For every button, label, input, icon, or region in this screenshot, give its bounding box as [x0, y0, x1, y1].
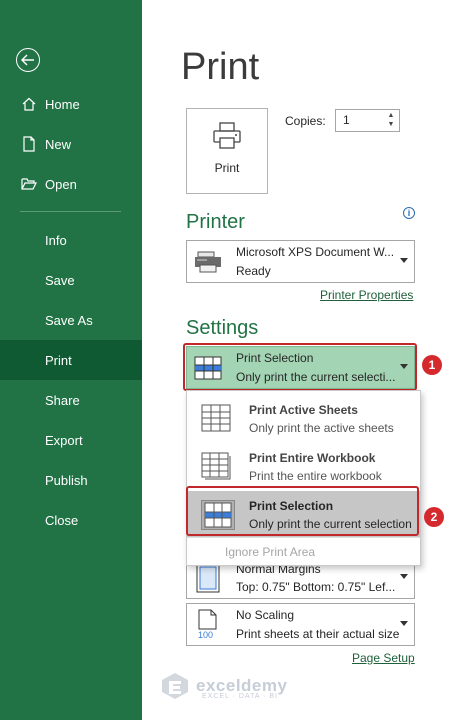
nav-print[interactable]: Print [0, 340, 142, 380]
nav-save-as-label: Save As [45, 312, 93, 328]
nav-save-as[interactable]: Save As [0, 300, 142, 340]
printer-name: Microsoft XPS Document W... [236, 245, 395, 259]
printer-icon [212, 122, 242, 155]
ignore-print-area-option[interactable]: Ignore Print Area [225, 545, 315, 559]
nav-save[interactable]: Save [0, 260, 142, 300]
scaling-dropdown[interactable]: 100 No Scaling Print sheets at their act… [186, 603, 415, 646]
callout-badge-2: 2 [424, 507, 444, 527]
copies-value: 1 [343, 113, 350, 127]
nav-print-label: Print [45, 352, 72, 368]
margins-subtitle: Top: 0.75" Bottom: 0.75" Lef... [236, 580, 396, 594]
spin-up-icon[interactable]: ▲ [386, 111, 396, 120]
margins-icon [193, 563, 223, 593]
nav-export[interactable]: Export [0, 420, 142, 460]
nav-share-label: Share [45, 392, 80, 408]
callout-badge-1: 1 [422, 355, 442, 375]
nav-home-label: Home [45, 96, 80, 112]
printer-status: Ready [236, 264, 271, 278]
menu-item-print-active-sheets[interactable]: Print Active Sheets Only print the activ… [187, 395, 420, 441]
nav-open[interactable]: Open [0, 164, 142, 204]
exceldemy-watermark: exceldemy EXCEL · DATA · BI [160, 672, 287, 700]
print-button-label: Print [214, 161, 240, 175]
scaling-percent: 100 [198, 630, 214, 640]
spin-down-icon[interactable]: ▼ [386, 120, 396, 129]
info-icon[interactable]: i [403, 207, 415, 219]
scaling-title: No Scaling [236, 608, 295, 622]
sidebar-divider [20, 211, 121, 212]
nav-publish-label: Publish [45, 472, 88, 488]
open-folder-icon [19, 174, 39, 194]
nav-info[interactable]: Info [0, 220, 142, 260]
exceldemy-logo-icon [162, 673, 188, 699]
callout-outline-2 [186, 486, 419, 536]
chevron-down-icon [400, 621, 408, 626]
copies-spinner[interactable]: ▲ ▼ [386, 111, 396, 130]
menu-item-subtitle: Print the entire workbook [249, 469, 382, 483]
scaling-subtitle: Print sheets at their actual size [236, 627, 400, 641]
watermark-tagline: EXCEL · DATA · BI [202, 693, 278, 700]
chevron-down-icon [400, 574, 408, 579]
nav-new-label: New [45, 136, 72, 152]
nav-publish[interactable]: Publish [0, 460, 142, 500]
printer-properties-link[interactable]: Printer Properties [320, 288, 413, 302]
copies-input[interactable]: 1 ▲ ▼ [335, 109, 400, 132]
printer-dropdown[interactable]: Microsoft XPS Document W... Ready [186, 240, 415, 283]
menu-item-subtitle: Only print the active sheets [249, 421, 394, 435]
nav-home[interactable]: Home [0, 84, 142, 124]
nav-close-label: Close [45, 512, 79, 528]
print-button[interactable]: Print [186, 108, 268, 194]
nav-open-label: Open [45, 176, 77, 192]
page-title: Print [181, 46, 260, 88]
active-sheets-icon [201, 404, 231, 432]
xps-printer-icon [193, 247, 223, 277]
menu-separator [187, 537, 420, 538]
menu-item-title: Print Active Sheets [249, 403, 358, 417]
callout-outline-1 [183, 343, 417, 391]
new-document-icon [19, 134, 39, 154]
home-icon [19, 94, 39, 114]
nav-save-label: Save [45, 272, 75, 288]
printer-heading: Printer [186, 211, 245, 233]
menu-item-print-entire-workbook[interactable]: Print Entire Workbook Print the entire w… [187, 443, 420, 489]
nav-close[interactable]: Close [0, 500, 142, 540]
nav-export-label: Export [45, 432, 83, 448]
entire-workbook-icon [201, 452, 231, 480]
nav-share[interactable]: Share [0, 380, 142, 420]
copies-label: Copies: [285, 114, 326, 128]
print-what-menu: Print Active Sheets Only print the activ… [186, 390, 421, 566]
nav-info-label: Info [45, 232, 67, 248]
backstage-sidebar: Home New Open Info Save Save As Print Sh… [0, 0, 142, 720]
menu-item-title: Print Entire Workbook [249, 451, 376, 465]
settings-heading: Settings [186, 317, 259, 339]
chevron-down-icon [400, 258, 408, 263]
nav-new[interactable]: New [0, 124, 142, 164]
back-arrow-icon[interactable] [16, 48, 40, 72]
page-setup-link[interactable]: Page Setup [352, 651, 415, 665]
